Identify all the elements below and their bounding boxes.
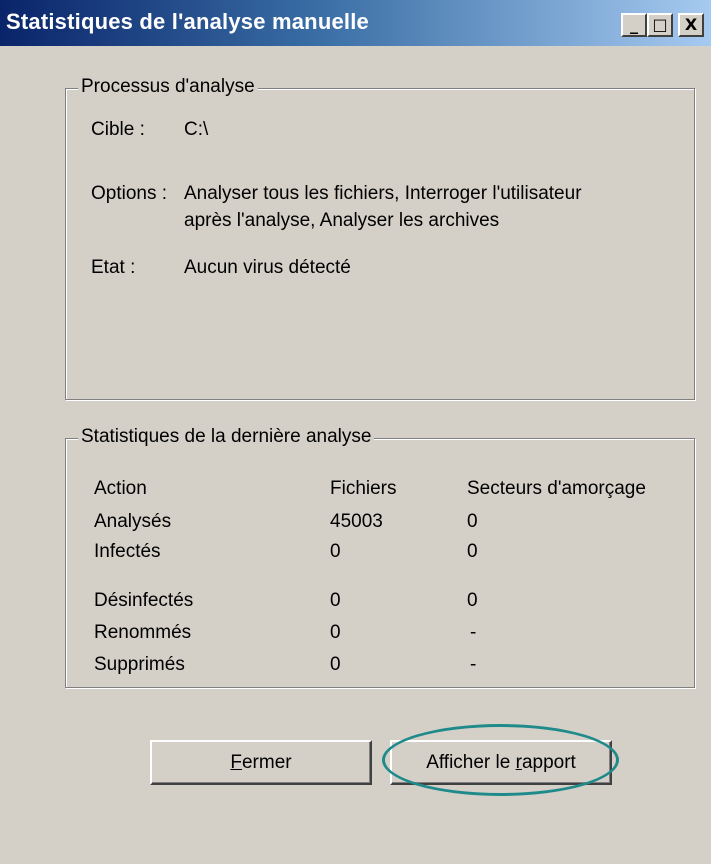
close-button[interactable]: Fermer bbox=[150, 740, 372, 785]
state-label: Etat : bbox=[91, 257, 136, 278]
row-files: 0 bbox=[330, 622, 341, 643]
row-action: Infectés bbox=[94, 541, 161, 562]
report-button-label-post: apport bbox=[521, 752, 576, 773]
maximize-icon: □ bbox=[652, 15, 668, 34]
state-value: Aucun virus détecté bbox=[184, 257, 351, 278]
close-button-accesskey: F bbox=[230, 752, 242, 773]
column-header-boot-sectors: Secteurs d'amorçage bbox=[467, 478, 646, 499]
title-bar[interactable]: Statistiques de l'analyse manuelle _ □ X bbox=[0, 0, 711, 46]
report-button-label-pre: Afficher le bbox=[426, 752, 516, 773]
row-files: 45003 bbox=[330, 511, 383, 532]
row-files: 0 bbox=[330, 541, 341, 562]
stats-group: Statistiques de la dernière analyse bbox=[65, 426, 695, 688]
row-files: 0 bbox=[330, 654, 341, 675]
process-group-legend: Processus d'analyse bbox=[78, 76, 258, 98]
minimize-icon: _ bbox=[630, 15, 638, 34]
column-header-action: Action bbox=[94, 478, 147, 499]
close-icon: X bbox=[684, 15, 698, 34]
row-action: Renommés bbox=[94, 622, 192, 643]
row-boot: - bbox=[470, 654, 477, 675]
show-report-button[interactable]: Afficher le rapport bbox=[390, 740, 612, 785]
options-value-line1: Analyser tous les fichiers, Interroger l… bbox=[184, 183, 582, 204]
row-action: Analysés bbox=[94, 511, 172, 532]
close-button-label: ermer bbox=[241, 752, 292, 773]
maximize-button[interactable]: □ bbox=[647, 13, 673, 37]
options-value-line2: après l'analyse, Analyser les archives bbox=[184, 210, 500, 231]
column-header-files: Fichiers bbox=[330, 478, 397, 499]
row-boot: 0 bbox=[467, 541, 478, 562]
row-boot: 0 bbox=[467, 590, 478, 611]
row-boot: - bbox=[470, 622, 477, 643]
row-action: Désinfectés bbox=[94, 590, 194, 611]
row-action: Supprimés bbox=[94, 654, 185, 675]
target-value: C:\ bbox=[184, 119, 209, 140]
scan-stats-window: Statistiques de l'analyse manuelle _ □ X… bbox=[0, 0, 711, 864]
row-boot: 0 bbox=[467, 511, 478, 532]
close-window-button[interactable]: X bbox=[678, 13, 704, 37]
row-files: 0 bbox=[330, 590, 341, 611]
stats-group-legend: Statistiques de la dernière analyse bbox=[78, 426, 375, 448]
window-title: Statistiques de l'analyse manuelle bbox=[6, 9, 369, 34]
target-label: Cible : bbox=[91, 119, 145, 140]
process-group: Processus d'analyse bbox=[65, 76, 695, 400]
minimize-button[interactable]: _ bbox=[621, 13, 647, 37]
options-label: Options : bbox=[91, 183, 168, 204]
